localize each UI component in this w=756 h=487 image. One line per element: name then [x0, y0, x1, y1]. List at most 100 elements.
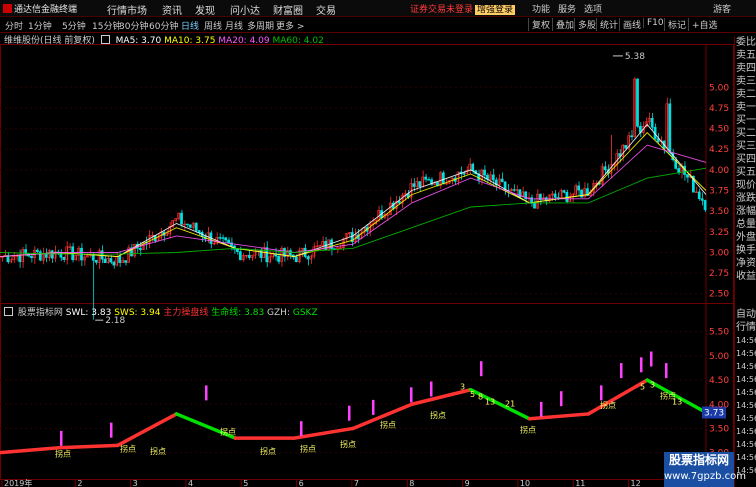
quote-field-label: 卖四 [736, 63, 756, 74]
menu-hangqing[interactable]: 行情 [107, 2, 127, 17]
candle-body [427, 179, 430, 181]
candle-body [138, 248, 142, 251]
month-label: 6 [299, 479, 304, 487]
quote-field-label: 净资 [736, 258, 756, 269]
candle-body [30, 255, 33, 259]
candle-body [703, 200, 707, 211]
period-30min[interactable]: 30分钟 [119, 19, 148, 32]
candle-body [288, 250, 292, 256]
period-15min[interactable]: 15分钟 [92, 19, 121, 32]
month-label: 11 [575, 479, 585, 487]
period-1min[interactable]: 1分钟 [28, 19, 52, 32]
period-multi[interactable]: 多周期 [247, 19, 274, 32]
menu-gongneng[interactable]: 功能 [532, 2, 550, 15]
signal-bar [665, 363, 668, 379]
signal-bar [205, 385, 208, 401]
candle-body [62, 256, 66, 260]
candle-body [603, 166, 607, 171]
month-label: 2 [77, 479, 82, 487]
main-control-line [410, 387, 473, 407]
candle-body [44, 253, 48, 258]
period-fenshi[interactable]: 分时 [5, 19, 23, 32]
candle-body [418, 181, 422, 187]
tool-tongji[interactable]: 统计 [596, 18, 621, 31]
menu-caifuquan[interactable]: 财富圈 [273, 2, 303, 17]
candle-body [294, 256, 298, 263]
candle-body [224, 237, 228, 241]
kline-chart[interactable]: 5.382.18 拐点拐点 拐点拐点拐点 拐点拐点拐点拐点拐点拐点拐点35 813 21… [0, 32, 734, 487]
tool-fuquan[interactable]: 复权 [528, 18, 553, 31]
quote-field-label: 卖一 [736, 102, 756, 113]
signal-bar [600, 385, 603, 401]
watermark-title: 股票指标网 [668, 453, 729, 467]
period-60min[interactable]: 60分钟 [149, 19, 178, 32]
candle-body [186, 223, 189, 226]
quote-field-label: 委比 [736, 37, 756, 48]
count-label: 5 [640, 383, 645, 392]
menu-fuwu[interactable]: 服务 [558, 2, 576, 15]
signal-bar [560, 391, 563, 407]
pivot-label: 拐点 [340, 439, 356, 449]
zljx-label: 主力操盘线 [163, 308, 209, 318]
price-tick-label: 5.00 [709, 83, 729, 93]
pivot-label: 拐点 [300, 444, 316, 454]
menu-xuanxiang[interactable]: 选项 [584, 2, 602, 15]
pivot-label: 拐点 [600, 400, 616, 410]
menu-youke[interactable]: 游客 [713, 2, 731, 15]
pivot-label: 拐点 [150, 446, 166, 456]
main-pane-frame [0, 44, 734, 304]
pivot-label: 拐点 [260, 446, 276, 456]
signal-bar [620, 363, 623, 379]
tick-time: 14:56 [736, 427, 756, 436]
tick-time: 14:56 [736, 440, 756, 449]
period-daily[interactable]: 日线 [181, 19, 199, 32]
candle-body [221, 237, 225, 239]
pivot-label: 拐点 [430, 410, 446, 420]
period-weekly[interactable]: 周线 [204, 19, 222, 32]
candle-body [500, 178, 504, 183]
candle-body [100, 250, 104, 260]
tick-time: 行情 [736, 322, 756, 333]
menu-wenxiaoda[interactable]: 问小达 [230, 2, 260, 17]
period-more[interactable]: 更多 > [276, 19, 304, 32]
candle-body [512, 189, 516, 191]
sws-value: SWS: 3.94 [114, 308, 161, 318]
period-toolbar: 分时 1分钟 5分钟 15分钟 30分钟 60分钟 日线 周线 月线 多周期 更… [0, 17, 756, 33]
candle-body [668, 103, 672, 154]
candle-body [18, 255, 22, 262]
tool-zixuan[interactable]: +自选 [688, 18, 721, 31]
tick-time: 14:56 [736, 453, 756, 462]
login-notice[interactable]: 证券交易未登录 增强登录 [410, 2, 516, 15]
menu-shichang[interactable]: 市场 [127, 2, 147, 17]
tool-huaxian[interactable]: 画线 [619, 18, 644, 31]
period-monthly[interactable]: 月线 [225, 19, 243, 32]
gskz-label: GSKZ [292, 308, 318, 318]
candle-body [188, 224, 192, 228]
stock-name: 维维股份(日线 前复权) [4, 36, 95, 46]
candle-body [577, 185, 581, 191]
price-tick-label: 2.50 [709, 290, 729, 300]
quote-field-label: 现价 [736, 180, 756, 191]
candle-body [118, 256, 122, 263]
candle-body [483, 169, 486, 176]
menu-zixun[interactable]: 资讯 [162, 2, 182, 17]
signal-bar [480, 361, 483, 377]
menu-jiaoyi[interactable]: 交易 [316, 2, 336, 17]
tick-time: 14:56 [736, 362, 756, 371]
quote-field-label: 买二 [736, 128, 756, 139]
settings-icon[interactable] [100, 35, 110, 44]
high-label: 5.38 [625, 52, 645, 62]
tool-biaoji[interactable]: 标记 [664, 18, 689, 31]
candle-body [227, 239, 230, 243]
quote-field-label: 买一 [736, 115, 756, 126]
candle-body [697, 191, 701, 200]
menu-faxian[interactable]: 发现 [195, 2, 215, 17]
signal-bar [430, 381, 433, 397]
period-5min[interactable]: 5分钟 [62, 19, 86, 32]
settings-icon[interactable] [4, 307, 13, 316]
candle-body [59, 252, 63, 258]
candle-body [462, 173, 466, 175]
title-bar: 通达信金融终端 行情 市场 资讯 发现 问小达 财富圈 交易 证券交易未登录 增强… [0, 0, 756, 17]
ma20-value: MA20: 4.09 [218, 36, 270, 46]
login-link[interactable]: 增强登录 [475, 5, 516, 15]
